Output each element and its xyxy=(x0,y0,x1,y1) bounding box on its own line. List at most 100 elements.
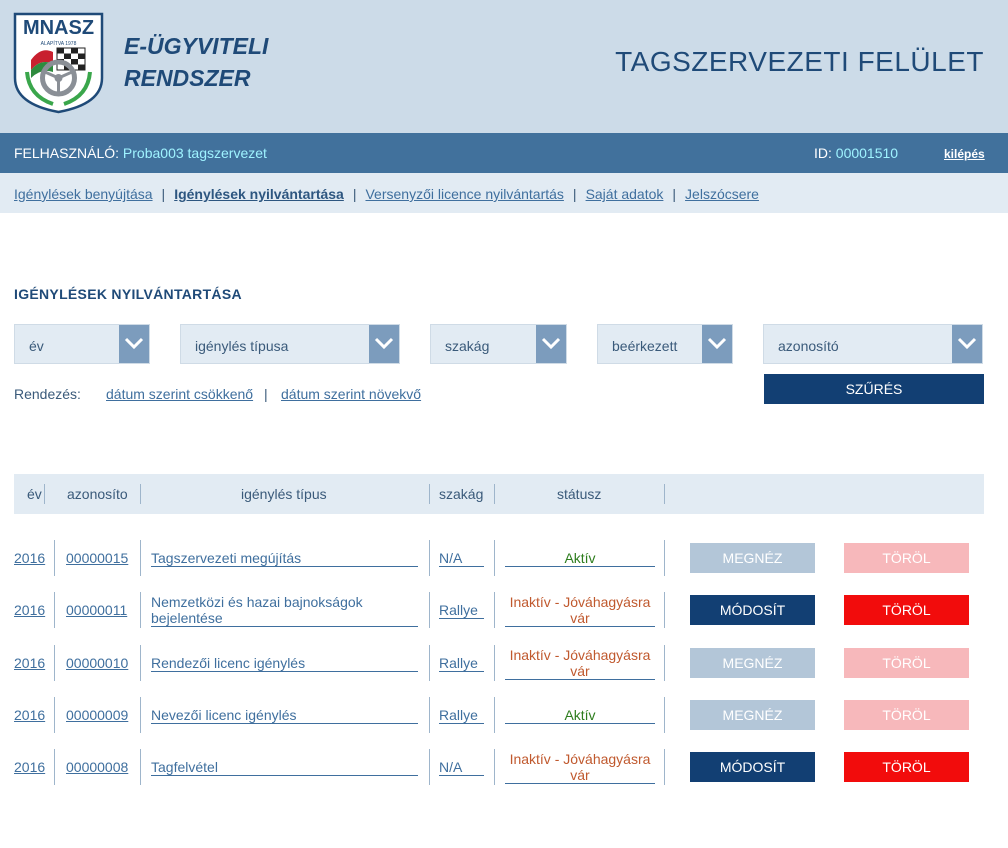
sort-desc-link[interactable]: dátum szerint csökkenő xyxy=(106,386,253,402)
main-nav: Igénylések benyújtása | Igénylések nyilván… xyxy=(0,173,1008,213)
row-id-link[interactable]: 00000015 xyxy=(66,550,128,566)
row-divider xyxy=(429,592,430,628)
row-id-link[interactable]: 00000011 xyxy=(66,602,127,618)
header-type: igénylés típus xyxy=(241,486,327,502)
user-label: FELHASZNÁLÓ: xyxy=(14,145,120,161)
row-type-line2: bejelentése xyxy=(151,610,223,626)
app-title-line2: RENDSZER xyxy=(124,65,251,91)
received-select[interactable]: beérkezett xyxy=(597,324,733,364)
view-button[interactable]: MEGNÉZ xyxy=(690,648,815,678)
nav-license-registry[interactable]: Versenyzői licence nyilvántartás xyxy=(365,186,563,202)
sort-asc-link[interactable]: dátum szerint növekvő xyxy=(281,386,421,402)
user-id: ID: 00001510 xyxy=(814,145,898,161)
row-divider xyxy=(429,540,430,576)
row-divider xyxy=(140,645,141,681)
row-year-link[interactable]: 2016 xyxy=(14,759,45,775)
row-type: Rendezői licenc igénylés xyxy=(151,655,418,672)
delete-button[interactable]: TÖRÖL xyxy=(844,595,969,625)
sort-label: Rendezés: xyxy=(14,386,81,402)
status-line2: vár xyxy=(570,610,590,626)
delete-button[interactable]: TÖRÖL xyxy=(844,700,969,730)
row-branch: N/A xyxy=(439,550,484,567)
row-divider xyxy=(54,645,55,681)
row-divider xyxy=(494,645,495,681)
row-id-link[interactable]: 00000010 xyxy=(66,655,128,671)
header-status: státusz xyxy=(557,486,602,502)
svg-text:MNASZ: MNASZ xyxy=(23,17,94,39)
nav-separator: | xyxy=(672,186,677,202)
status-line1: Inaktív - Jóváhagyásra xyxy=(509,594,651,610)
row-divider xyxy=(664,697,665,733)
row-divider xyxy=(140,592,141,628)
identifier-select[interactable]: azonosító xyxy=(763,324,983,364)
row-divider xyxy=(140,697,141,733)
chevron-down-icon[interactable] xyxy=(952,325,982,363)
branch-select-label: szakág xyxy=(445,338,490,354)
row-branch: Rallye xyxy=(439,602,484,619)
sort-separator: | xyxy=(264,386,268,402)
nav-own-data[interactable]: Saját adatok xyxy=(586,186,664,202)
row-divider xyxy=(664,540,665,576)
logout-link[interactable]: kilépés xyxy=(944,147,985,161)
row-branch: N/A xyxy=(439,759,484,776)
nav-password-change[interactable]: Jelszócsere xyxy=(685,186,759,202)
svg-text:ALAPÍTVA 1978: ALAPÍTVA 1978 xyxy=(41,40,77,47)
row-year-link[interactable]: 2016 xyxy=(14,550,45,566)
status-line2: vár xyxy=(570,767,590,783)
user-info: FELHASZNÁLÓ: Proba003 tagszervezet xyxy=(14,145,267,161)
year-select[interactable]: év xyxy=(14,324,150,364)
row-type: Nevezői licenc igénylés xyxy=(151,707,418,724)
row-year-link[interactable]: 2016 xyxy=(14,655,45,671)
request-type-select[interactable]: igénylés típusa xyxy=(180,324,400,364)
row-divider xyxy=(494,749,495,785)
chevron-down-icon[interactable] xyxy=(702,325,732,363)
view-button[interactable]: MEGNÉZ xyxy=(690,700,815,730)
table-row: 2016 00000015 Tagszervezeti megújítás N/A Ak… xyxy=(0,538,1008,578)
received-select-label: beérkezett xyxy=(612,338,678,354)
user-id-value: 00001510 xyxy=(835,145,899,161)
row-divider xyxy=(54,697,55,733)
table-header: év azonosíto igénylés típus szakág státu… xyxy=(14,474,984,514)
row-divider xyxy=(140,540,141,576)
delete-button[interactable]: TÖRÖL xyxy=(844,648,969,678)
chevron-down-icon[interactable] xyxy=(536,325,566,363)
row-id-link[interactable]: 00000008 xyxy=(66,759,128,775)
row-divider xyxy=(664,592,665,628)
status-line1: Inaktív - Jóváhagyásra xyxy=(509,751,651,767)
row-divider xyxy=(429,645,430,681)
row-divider xyxy=(140,749,141,785)
table-row: 2016 00000009 Nevezői licenc igénylés Rally… xyxy=(0,695,1008,735)
delete-button[interactable]: TÖRÖL xyxy=(844,752,969,782)
chevron-down-icon[interactable] xyxy=(369,325,399,363)
view-button[interactable]: MEGNÉZ xyxy=(690,543,815,573)
nav-submit-requests[interactable]: Igénylések benyújtása xyxy=(14,186,153,202)
user-bar: FELHASZNÁLÓ: Proba003 tagszervezet ID: 0… xyxy=(0,133,1008,173)
row-divider xyxy=(54,540,55,576)
status-badge: Aktív xyxy=(505,550,655,567)
status-line2: vár xyxy=(570,663,590,679)
row-year-link[interactable]: 2016 xyxy=(14,707,45,723)
nav-separator: | xyxy=(352,186,357,202)
edit-button[interactable]: MÓDOSÍT xyxy=(690,752,815,782)
mnasz-logo-icon: MNASZ ALAPÍTVA 1978 xyxy=(13,12,104,114)
row-divider xyxy=(664,749,665,785)
chevron-down-icon[interactable] xyxy=(119,325,149,363)
header-id: azonosíto xyxy=(67,486,128,502)
nav-separator: | xyxy=(572,186,577,202)
delete-button[interactable]: TÖRÖL xyxy=(844,543,969,573)
status-line1: Inaktív - Jóváhagyásra xyxy=(509,647,651,663)
header-divider xyxy=(664,484,665,504)
status-badge: Inaktív - Jóváhagyásra vár xyxy=(505,751,655,784)
header-branch: szakág xyxy=(439,486,484,502)
header-divider xyxy=(140,484,141,504)
row-year-link[interactable]: 2016 xyxy=(14,602,45,618)
filter-button[interactable]: SZŰRÉS xyxy=(764,374,984,404)
edit-button[interactable]: MÓDOSÍT xyxy=(690,595,815,625)
row-id-link[interactable]: 00000009 xyxy=(66,707,128,723)
row-type-line1: Nemzetközi és hazai bajnokságok xyxy=(151,594,363,610)
page-header: MNASZ ALAPÍTVA 1978 E-ÜGYVITELI RENDSZER… xyxy=(0,0,1008,133)
nav-request-registry[interactable]: Igénylések nyilvántartása xyxy=(174,186,344,202)
surface-title: TAGSZERVEZETI FELÜLET xyxy=(615,46,984,77)
branch-select[interactable]: szakág xyxy=(430,324,567,364)
mnasz-logo[interactable]: MNASZ ALAPÍTVA 1978 xyxy=(13,12,104,114)
